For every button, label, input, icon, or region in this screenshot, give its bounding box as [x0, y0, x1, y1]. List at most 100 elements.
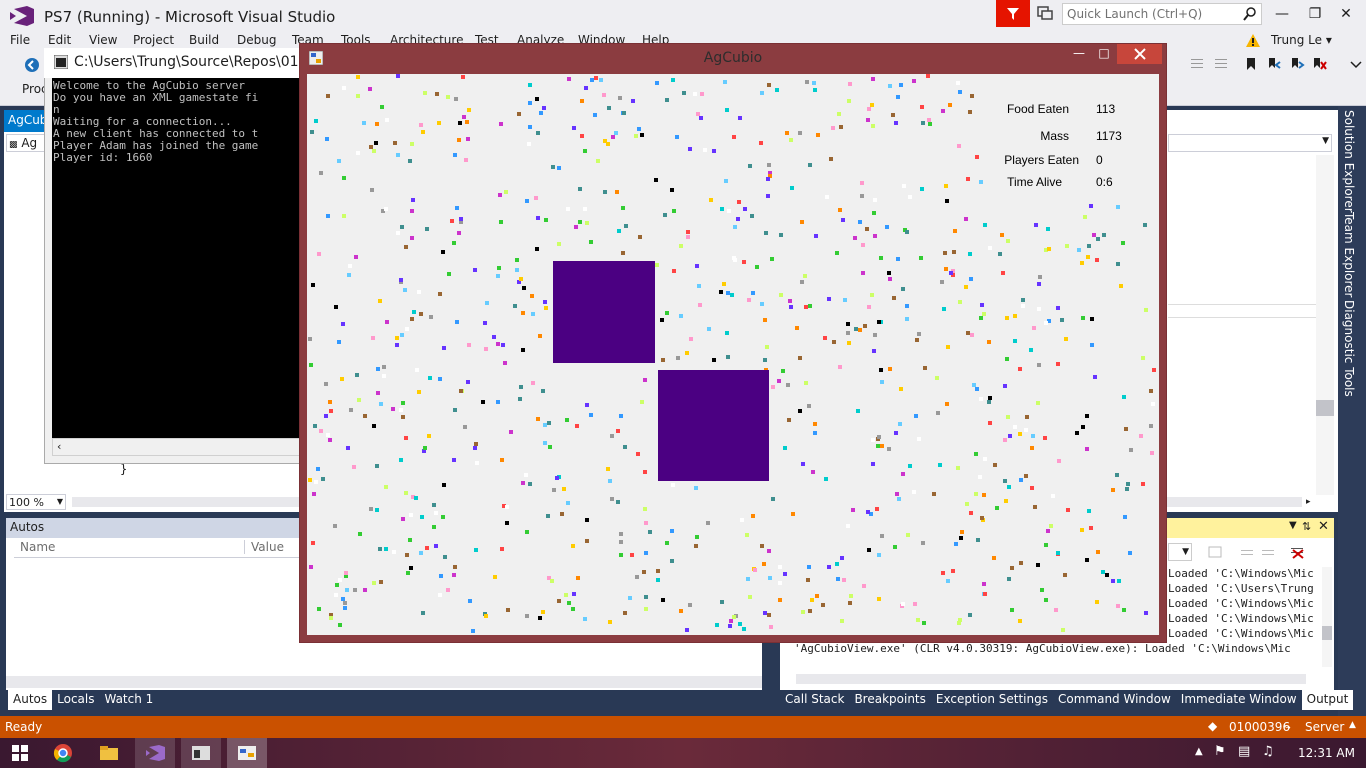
find-message-icon[interactable]	[1206, 544, 1224, 560]
feedback-icon[interactable]	[996, 0, 1030, 27]
clear-bookmarks-icon[interactable]	[1311, 56, 1327, 72]
editor-divider	[1168, 304, 1316, 318]
menu-file[interactable]: File	[10, 33, 30, 47]
console-output[interactable]: Welcome to the AgCubio server Do you hav…	[52, 78, 302, 438]
food-pellet	[976, 538, 980, 542]
editor-member-combo[interactable]: ▼	[1168, 134, 1332, 152]
back-icon[interactable]	[24, 57, 40, 73]
food-pellet	[379, 580, 383, 584]
output-scroll-thumb[interactable]	[1322, 626, 1332, 640]
branch-menu-icon[interactable]: ▲	[1349, 720, 1356, 730]
autos-scrollbar[interactable]	[6, 676, 762, 688]
warning-icon[interactable]	[1245, 33, 1261, 48]
tab-locals[interactable]: Locals	[52, 690, 99, 710]
volume-icon[interactable]: ♫	[1262, 744, 1274, 759]
chrome-icon[interactable]	[43, 738, 83, 768]
toolbar-overflow-icon[interactable]	[1348, 56, 1364, 72]
agcubio-close-button[interactable]	[1117, 44, 1162, 64]
tab-team-explorer[interactable]: Team Explorer	[1342, 212, 1356, 298]
show-hidden-icons[interactable]: ▲	[1195, 746, 1203, 757]
column-name[interactable]: Name	[20, 540, 55, 554]
food-pellet	[334, 305, 338, 309]
agcubio-taskbar-icon[interactable]	[227, 738, 267, 768]
zoom-combo[interactable]: 100 % ▼	[6, 494, 66, 510]
food-pellet	[958, 90, 962, 94]
uncomment-icon[interactable]	[1213, 56, 1229, 72]
tab-watch-1[interactable]: Watch 1	[99, 690, 158, 710]
tab-output[interactable]: Output	[1301, 690, 1354, 710]
food-pellet	[343, 606, 347, 610]
prev-message-icon[interactable]	[1238, 544, 1256, 560]
food-pellet	[349, 408, 353, 412]
output-horizontal-scrollbar[interactable]	[796, 674, 1306, 684]
editor-scroll-thumb[interactable]	[1316, 400, 1334, 416]
game-canvas[interactable]: Food Eaten 113 Mass 1173 Players Eaten 0…	[307, 74, 1159, 635]
console-horizontal-scrollbar[interactable]: ‹	[52, 438, 302, 456]
align-icon[interactable]	[1189, 56, 1205, 72]
agcubio-title-bar[interactable]: AgCubio	[299, 43, 1167, 73]
start-icon[interactable]	[0, 738, 40, 768]
tab-solution-explorer[interactable]: Solution Explorer	[1342, 110, 1356, 213]
scroll-left-icon[interactable]: ‹	[57, 440, 61, 453]
food-pellet	[751, 514, 755, 518]
food-pellet	[404, 491, 408, 495]
visual-studio-taskbar-icon[interactable]	[135, 738, 175, 768]
food-pellet	[474, 442, 478, 446]
food-pellet	[521, 481, 525, 485]
agcubio-maximize-button[interactable]: □	[1093, 46, 1115, 64]
user-account[interactable]: Trung Le ▾	[1271, 33, 1332, 47]
food-pellet	[842, 578, 846, 582]
action-center-icon[interactable]: ⚑	[1214, 744, 1226, 759]
food-pellet	[788, 299, 792, 303]
notifications-icon[interactable]	[1036, 4, 1054, 22]
agcubio-minimize-button[interactable]: —	[1068, 46, 1090, 64]
food-pellet	[697, 284, 701, 288]
menu-build[interactable]: Build	[189, 33, 219, 47]
maximize-button[interactable]: ❐	[1302, 4, 1328, 24]
tab-immediate-window[interactable]: Immediate Window	[1176, 690, 1302, 710]
quick-launch-input[interactable]: Quick Launch (Ctrl+Q)	[1062, 3, 1262, 25]
menu-edit[interactable]: Edit	[48, 33, 71, 47]
editor-scrollbar[interactable]	[1316, 155, 1334, 495]
minimize-button[interactable]: —	[1269, 4, 1295, 24]
tab-call-stack[interactable]: Call Stack	[780, 690, 849, 710]
close-button[interactable]: ✕	[1333, 4, 1359, 24]
bookmark-icon[interactable]	[1243, 56, 1259, 72]
tab-exception-settings[interactable]: Exception Settings	[931, 690, 1053, 710]
food-pellet	[550, 579, 554, 583]
clock[interactable]: 12:31 AM	[1298, 746, 1355, 760]
branch-id[interactable]: 01000396	[1229, 720, 1290, 734]
scroll-right-icon[interactable]: ▸	[1306, 497, 1316, 507]
next-bookmark-icon[interactable]	[1289, 56, 1305, 72]
close-panel-icon[interactable]: ✕	[1318, 519, 1329, 534]
dropdown-icon[interactable]: ▼	[1289, 520, 1297, 531]
food-pellet	[580, 99, 584, 103]
food-pellet	[866, 118, 870, 122]
menu-project[interactable]: Project	[133, 33, 174, 47]
menu-debug[interactable]: Debug	[237, 33, 276, 47]
console-taskbar-icon[interactable]	[181, 738, 221, 768]
next-message-icon[interactable]	[1259, 544, 1277, 560]
branch-name[interactable]: Server	[1305, 720, 1344, 734]
tab-command-window[interactable]: Command Window	[1053, 690, 1176, 710]
tab-diagnostic-tools[interactable]: Diagnostic Tools	[1342, 300, 1356, 397]
food-pellet	[952, 250, 956, 254]
pin-icon[interactable]: ⇅	[1302, 520, 1311, 533]
file-explorer-icon[interactable]	[89, 738, 129, 768]
food-pellet	[722, 282, 726, 286]
food-pellet	[751, 291, 755, 295]
prev-bookmark-icon[interactable]	[1266, 56, 1282, 72]
column-value[interactable]: Value	[244, 540, 284, 554]
tab-breakpoints[interactable]: Breakpoints	[849, 690, 930, 710]
source-control-icon[interactable]: ◆	[1208, 719, 1217, 733]
clear-all-icon[interactable]	[1289, 544, 1307, 560]
food-pellet	[759, 141, 763, 145]
food-pellet	[767, 613, 771, 617]
output-scrollbar[interactable]	[1322, 567, 1332, 667]
food-pellet	[384, 485, 388, 489]
output-source-combo[interactable]: ▼	[1168, 543, 1192, 561]
tab-autos[interactable]: Autos	[8, 690, 53, 710]
food-pellet	[630, 553, 634, 557]
menu-view[interactable]: View	[89, 33, 117, 47]
network-icon[interactable]: ▤	[1238, 744, 1250, 759]
